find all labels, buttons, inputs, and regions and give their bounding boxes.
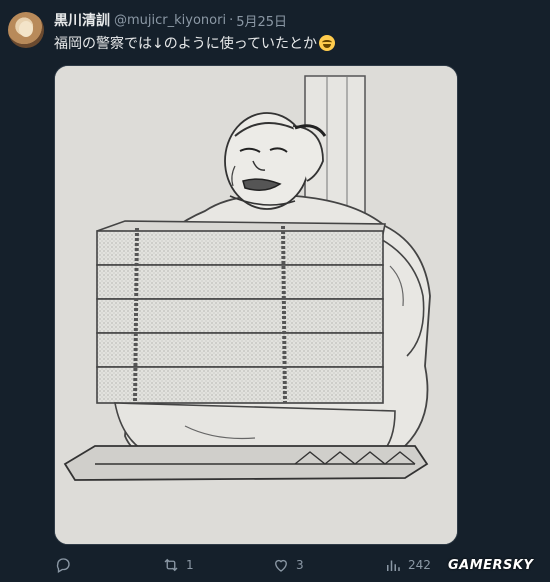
retweet-button[interactable]: 1 <box>162 556 194 574</box>
views-count: 242 <box>408 558 431 572</box>
retweet-count: 1 <box>186 558 194 572</box>
views-icon <box>387 560 400 571</box>
retweet-icon <box>164 558 178 572</box>
author-name[interactable]: 黒川清訓 <box>54 10 110 30</box>
tweet-header: 黒川清訓 @mujicr_kiyonori · 5月25日 <box>54 10 287 30</box>
like-button[interactable]: 3 <box>272 556 304 574</box>
post-date[interactable]: 5月25日 <box>236 11 287 30</box>
separator-dot: · <box>229 12 234 28</box>
views-button[interactable]: 242 <box>384 556 431 574</box>
tweet-media-image[interactable] <box>54 65 458 545</box>
reply-icon <box>56 558 70 573</box>
heart-icon <box>275 559 287 572</box>
author-handle[interactable]: @mujicr_kiyonori <box>114 13 226 28</box>
like-count: 3 <box>296 558 304 572</box>
tweet-text-container: 福岡の警察では↓のように使っていたとか <box>54 33 336 53</box>
watermark-text: GAMERSKY <box>448 558 534 573</box>
tweet: 黒川清訓 @mujicr_kiyonori · 5月25日 福岡の警察では↓のよ… <box>0 0 550 582</box>
tweet-actions: 1 3 242 <box>54 556 458 576</box>
tweet-text: 福岡の警察では↓のように使っていたとか <box>54 36 318 52</box>
grinning-squinting-face-emoji-icon <box>319 35 336 51</box>
illustration-image <box>55 66 457 544</box>
reply-button[interactable] <box>54 556 78 574</box>
avatar[interactable] <box>8 12 44 48</box>
